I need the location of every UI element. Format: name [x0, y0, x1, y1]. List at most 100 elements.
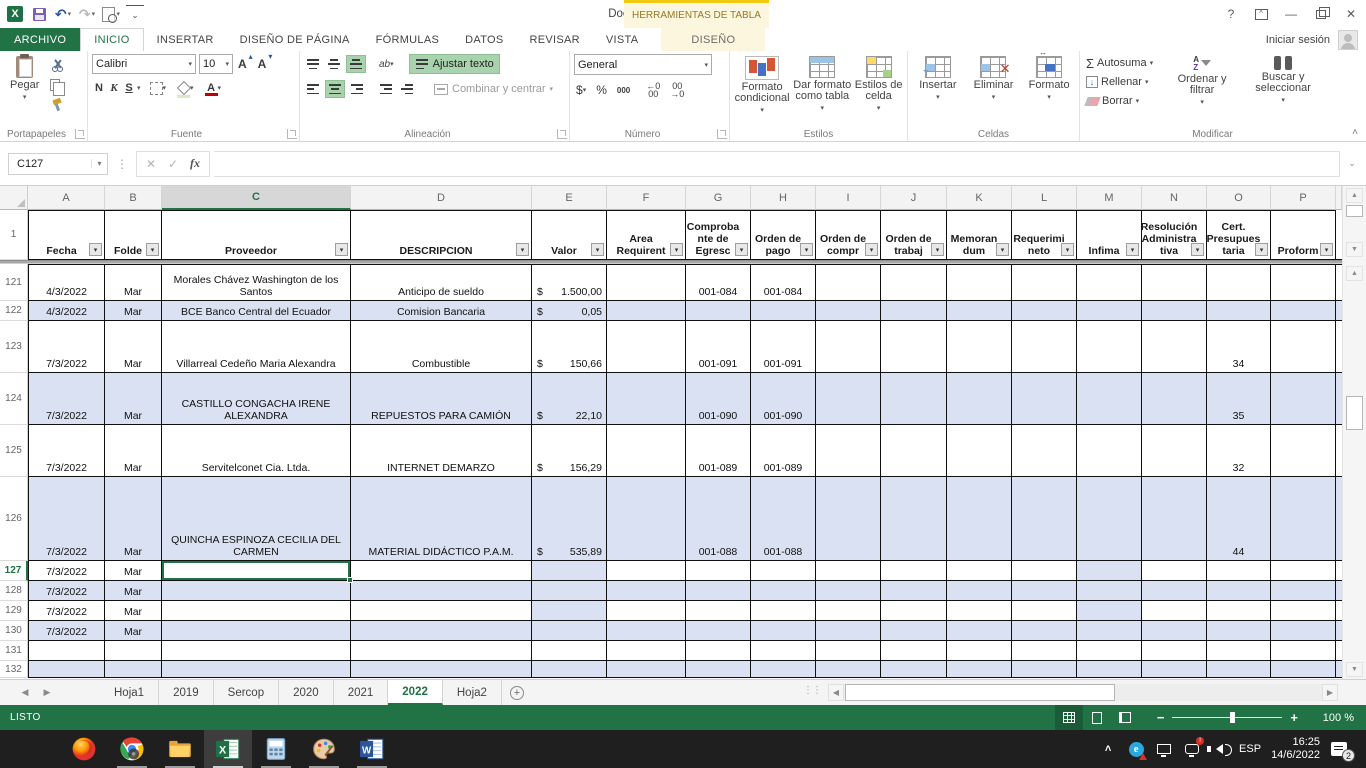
- increase-decimal-button[interactable]: ←0 00: [644, 81, 662, 99]
- column-header-G[interactable]: G: [686, 186, 751, 210]
- cell-E124[interactable]: $22,10: [532, 373, 607, 425]
- table-header-cell-N[interactable]: Resolución Administra tiva▾: [1142, 210, 1207, 260]
- cell-H125[interactable]: 001-089: [751, 425, 816, 477]
- fill-handle[interactable]: [347, 577, 353, 583]
- zoom-level[interactable]: 100 %: [1308, 712, 1354, 724]
- filter-icon[interactable]: ▾: [146, 243, 159, 256]
- column-header-F[interactable]: F: [607, 186, 686, 210]
- cell-K126[interactable]: [947, 477, 1012, 561]
- cell-P121[interactable]: [1271, 264, 1336, 301]
- tab-revisar[interactable]: REVISAR: [517, 28, 593, 51]
- scroll-thumb-main[interactable]: [1346, 396, 1363, 430]
- zoom-out-icon[interactable]: −: [1157, 710, 1165, 725]
- cell-J131[interactable]: [881, 641, 947, 661]
- cell-A128[interactable]: 7/3/2022: [28, 581, 105, 601]
- scroll-down-icon[interactable]: ▼: [1346, 662, 1363, 677]
- cell-L127[interactable]: [1012, 561, 1077, 581]
- row-header-130[interactable]: 130: [0, 621, 28, 641]
- row-header-121[interactable]: 121: [0, 264, 28, 301]
- row-header-126[interactable]: 126: [0, 477, 28, 561]
- cell-D127[interactable]: [351, 561, 532, 581]
- cell-N130[interactable]: [1142, 621, 1207, 641]
- cell-P124[interactable]: [1271, 373, 1336, 425]
- tab-splitter-handle[interactable]: ⋮⋮: [803, 685, 821, 696]
- cell-C124[interactable]: CASTILLO CONGACHA IRENE ALEXANDRA: [162, 373, 351, 425]
- orientation-button[interactable]: ab▾: [377, 55, 396, 73]
- cell-L125[interactable]: [1012, 425, 1077, 477]
- customize-qat-icon[interactable]: ⌄: [126, 5, 144, 23]
- cell-B124[interactable]: Mar: [105, 373, 162, 425]
- grow-font-button[interactable]: A▴: [236, 55, 253, 73]
- cut-button[interactable]: [48, 56, 66, 74]
- cell-K128[interactable]: [947, 581, 1012, 601]
- cell-M124[interactable]: [1077, 373, 1142, 425]
- cell-E121[interactable]: $1.500,00: [532, 264, 607, 301]
- currency-format-button[interactable]: $▾: [574, 81, 588, 99]
- merge-center-button[interactable]: Combinar y centrar ▾: [429, 79, 558, 99]
- vertical-scrollbar[interactable]: ▲ ▼ ▲ ▼: [1342, 186, 1366, 679]
- font-dialog-launcher-icon[interactable]: [287, 129, 297, 139]
- cell-C129[interactable]: [162, 601, 351, 621]
- cell-A123[interactable]: 7/3/2022: [28, 321, 105, 373]
- cell-N132[interactable]: [1142, 661, 1207, 678]
- cell-D121[interactable]: Anticipo de sueldo: [351, 264, 532, 301]
- filter-icon[interactable]: ▾: [1320, 243, 1333, 256]
- zoom-slider[interactable]: [1172, 717, 1282, 718]
- cell-K123[interactable]: [947, 321, 1012, 373]
- cell-B132[interactable]: [105, 661, 162, 678]
- tab-formulas[interactable]: FÓRMULAS: [363, 28, 453, 51]
- cell-O123[interactable]: 34: [1207, 321, 1271, 373]
- bold-button[interactable]: N: [92, 79, 106, 97]
- cell-M129[interactable]: [1077, 601, 1142, 621]
- tab-datos[interactable]: DATOS: [452, 28, 516, 51]
- row-header-123[interactable]: 123: [0, 321, 28, 373]
- cell-D124[interactable]: REPUESTOS PARA CAMIÓN: [351, 373, 532, 425]
- cell-A127[interactable]: 7/3/2022: [28, 561, 105, 581]
- cell-J129[interactable]: [881, 601, 947, 621]
- cell-H124[interactable]: 001-090: [751, 373, 816, 425]
- sheet-tab-2021[interactable]: 2021: [334, 680, 389, 705]
- shrink-font-button[interactable]: A▾: [256, 55, 273, 73]
- cell-P131[interactable]: [1271, 641, 1336, 661]
- save-icon[interactable]: [30, 5, 48, 23]
- cell-A122[interactable]: 4/3/2022: [28, 301, 105, 321]
- taskbar-excel[interactable]: X: [204, 730, 252, 768]
- cell-D131[interactable]: [351, 641, 532, 661]
- scroll-up-icon[interactable]: ▲: [1346, 188, 1363, 203]
- formula-bar-drag-handle[interactable]: ⋮: [112, 157, 132, 171]
- filter-icon[interactable]: ▾: [800, 243, 813, 256]
- cell-G129[interactable]: [686, 601, 751, 621]
- cell-B126[interactable]: Mar: [105, 477, 162, 561]
- table-header-cell-E[interactable]: Valor▾: [532, 210, 607, 260]
- cell-O122[interactable]: [1207, 301, 1271, 321]
- horizontal-scroll-thumb[interactable]: [845, 684, 1115, 701]
- cell-O126[interactable]: 44: [1207, 477, 1271, 561]
- table-header-cell-K[interactable]: Memoran dum▾: [947, 210, 1012, 260]
- cell-M132[interactable]: [1077, 661, 1142, 678]
- cell-G127[interactable]: [686, 561, 751, 581]
- cell-J132[interactable]: [881, 661, 947, 678]
- cell-P125[interactable]: [1271, 425, 1336, 477]
- column-header-A[interactable]: A: [28, 186, 105, 210]
- cell-O129[interactable]: [1207, 601, 1271, 621]
- cell-C132[interactable]: [162, 661, 351, 678]
- taskbar-word[interactable]: W: [348, 730, 396, 768]
- cell-J126[interactable]: [881, 477, 947, 561]
- cell-B128[interactable]: Mar: [105, 581, 162, 601]
- cell-N122[interactable]: [1142, 301, 1207, 321]
- cell-J127[interactable]: [881, 561, 947, 581]
- cell-D128[interactable]: [351, 581, 532, 601]
- notification-center-icon[interactable]: 2: [1330, 740, 1348, 758]
- conditional-formatting-button[interactable]: Formato condicional▾: [734, 54, 790, 116]
- normal-view-button[interactable]: [1055, 705, 1083, 730]
- insert-cells-button[interactable]: ← Insertar▾: [912, 54, 964, 103]
- cell-A124[interactable]: 7/3/2022: [28, 373, 105, 425]
- sheet-tab-2022[interactable]: 2022: [388, 680, 443, 705]
- cell-G126[interactable]: 001-088: [686, 477, 751, 561]
- clipboard-dialog-launcher-icon[interactable]: [75, 129, 85, 139]
- cell-F130[interactable]: [607, 621, 686, 641]
- sheet-nav-left-icon[interactable]: ◀: [14, 680, 36, 705]
- cell-I121[interactable]: [816, 264, 881, 301]
- sort-filter-button[interactable]: AZ Ordenar y filtrar▾: [1166, 54, 1238, 108]
- cell-O125[interactable]: 32: [1207, 425, 1271, 477]
